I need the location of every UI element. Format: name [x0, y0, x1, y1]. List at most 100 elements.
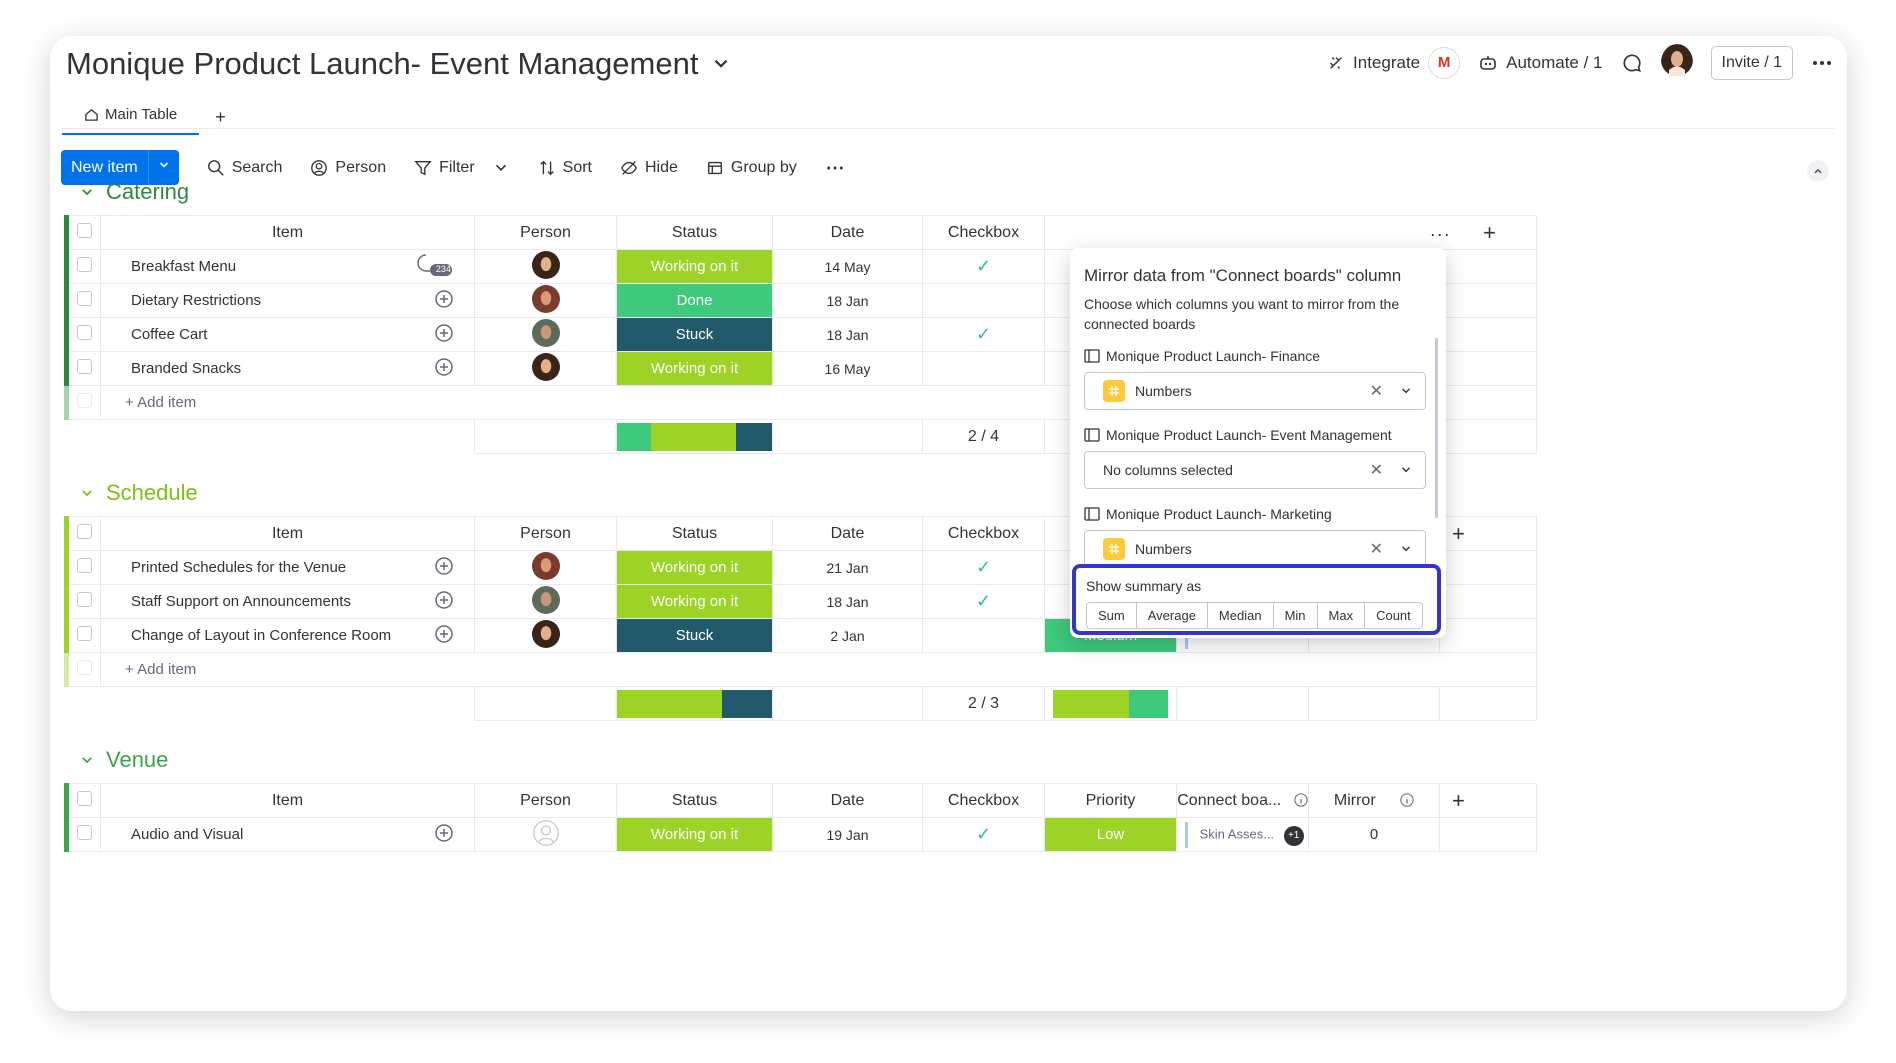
summary-option-max[interactable]: Max [1318, 603, 1366, 628]
status-cell[interactable]: Done [616, 283, 773, 318]
summary-option-min[interactable]: Min [1274, 603, 1318, 628]
column-header-item[interactable]: Item [100, 215, 475, 250]
date-cell[interactable]: 21 Jan [772, 550, 923, 585]
column-header-checkbox[interactable]: Checkbox [922, 783, 1045, 818]
chat-bubble-icon[interactable] [1621, 52, 1643, 74]
priority-summary-bar[interactable] [1044, 686, 1177, 721]
chevron-down-icon[interactable] [80, 753, 94, 767]
column-header-status[interactable]: Status [616, 215, 773, 250]
column-select-finance[interactable]: Numbers ✕ [1084, 372, 1426, 410]
summary-option-count[interactable]: Count [1365, 603, 1422, 628]
person-avatar[interactable] [474, 351, 617, 386]
group-title-venue[interactable]: Venue [80, 747, 168, 773]
person-avatar[interactable] [474, 283, 617, 318]
person-avatar[interactable] [474, 249, 617, 284]
group-by-button[interactable]: Group by [706, 159, 797, 177]
checkbox-cell[interactable]: ✓ [922, 317, 1045, 352]
hide-button[interactable]: Hide [620, 159, 678, 177]
user-avatar[interactable] [1660, 44, 1693, 81]
more-options-icon[interactable]: ··· [1430, 224, 1451, 244]
item-name[interactable]: Printed Schedules for the Venue [100, 550, 415, 585]
group-title-schedule[interactable]: Schedule [80, 480, 198, 506]
status-cell[interactable]: Stuck [616, 618, 773, 653]
date-cell[interactable]: 14 May [772, 249, 923, 284]
select-all-checkbox[interactable] [64, 783, 101, 818]
checkbox-cell[interactable]: ✓ [922, 550, 1045, 585]
row-checkbox[interactable] [64, 618, 101, 653]
add-item-row[interactable]: + Add item [64, 652, 1537, 687]
summary-option-median[interactable]: Median [1208, 603, 1274, 628]
checkbox-cell[interactable] [922, 351, 1045, 386]
column-header-item[interactable]: Item [100, 516, 475, 551]
summary-option-average[interactable]: Average [1137, 603, 1208, 628]
person-avatar[interactable] [474, 550, 617, 585]
row-checkbox[interactable] [64, 317, 101, 352]
column-header-item[interactable]: Item [100, 783, 475, 818]
item-name[interactable]: Coffee Cart [100, 317, 415, 352]
column-header-checkbox[interactable]: Checkbox [922, 215, 1045, 250]
status-cell[interactable]: Working on it [616, 584, 773, 619]
add-update-icon[interactable] [414, 351, 475, 386]
date-cell[interactable]: 2 Jan [772, 618, 923, 653]
date-cell[interactable]: 18 Jan [772, 283, 923, 318]
add-update-icon[interactable] [414, 584, 475, 619]
board-title[interactable]: Monique Product Launch- Event Management [66, 46, 732, 82]
row-checkbox[interactable] [64, 817, 101, 852]
status-cell[interactable]: Working on it [616, 817, 773, 852]
item-name[interactable]: Breakfast Menu [100, 249, 415, 284]
filter-button[interactable]: Filter [414, 159, 510, 177]
invite-button[interactable]: Invite / 1 [1710, 45, 1793, 80]
add-column-icon[interactable]: + [1439, 516, 1537, 551]
add-view-button[interactable]: + [215, 107, 226, 128]
add-update-icon[interactable] [414, 817, 475, 852]
item-name[interactable]: Change of Layout in Conference Room [100, 618, 415, 653]
chevron-down-icon[interactable] [492, 159, 510, 177]
status-cell[interactable]: Working on it [616, 351, 773, 386]
mirror-cell[interactable]: 0 [1308, 817, 1440, 852]
column-select-marketing[interactable]: Numbers ✕ [1084, 530, 1426, 568]
date-cell[interactable]: 18 Jan [772, 317, 923, 352]
chevron-down-icon[interactable] [1399, 542, 1413, 556]
checkbox-cell[interactable] [922, 618, 1045, 653]
column-header-date[interactable]: Date [772, 783, 923, 818]
add-item-button[interactable]: + Add item [100, 652, 1537, 687]
date-cell[interactable]: 19 Jan [772, 817, 923, 852]
clear-icon[interactable]: ✕ [1370, 381, 1383, 401]
column-header-person[interactable]: Person [474, 215, 617, 250]
checkbox-cell[interactable]: ✓ [922, 249, 1045, 284]
person-avatar[interactable] [474, 618, 617, 653]
checkbox-cell[interactable]: ✓ [922, 817, 1045, 852]
select-all-checkbox[interactable] [64, 516, 101, 551]
add-update-icon[interactable] [414, 317, 475, 352]
automate-button[interactable]: Automate / 1 [1478, 53, 1603, 73]
clear-icon[interactable]: ✕ [1370, 460, 1383, 480]
more-options-icon[interactable] [825, 158, 845, 178]
status-summary-bar[interactable] [616, 686, 773, 721]
status-cell[interactable]: Stuck [616, 317, 773, 352]
row-checkbox[interactable] [64, 550, 101, 585]
more-options-icon[interactable] [1811, 52, 1833, 74]
collapse-toolbar-button[interactable] [1807, 160, 1829, 182]
sort-button[interactable]: Sort [538, 159, 592, 177]
add-column-icon[interactable]: + [1439, 783, 1537, 818]
info-icon[interactable] [1400, 793, 1414, 807]
column-header-person[interactable]: Person [474, 516, 617, 551]
date-cell[interactable]: 16 May [772, 351, 923, 386]
item-name[interactable]: Audio and Visual [100, 817, 415, 852]
column-header-checkbox[interactable]: Checkbox [922, 516, 1045, 551]
status-summary-bar[interactable] [616, 419, 773, 454]
group-title-catering[interactable]: Catering [80, 179, 189, 205]
status-cell[interactable]: Working on it [616, 249, 773, 284]
chevron-down-icon[interactable] [1399, 463, 1413, 477]
column-header-priority[interactable]: Priority [1044, 783, 1177, 818]
info-icon[interactable] [1294, 793, 1308, 807]
priority-cell[interactable]: Low [1044, 817, 1177, 852]
column-header-mirror[interactable]: Mirror [1308, 783, 1440, 818]
updates-icon[interactable]: 234 [414, 249, 475, 284]
table-row[interactable]: Audio and Visual Working on it 19 Jan ✓ … [64, 817, 1537, 852]
column-header-date[interactable]: Date [772, 516, 923, 551]
search-button[interactable]: Search [207, 159, 282, 177]
checkbox-cell[interactable] [922, 283, 1045, 318]
summary-option-sum[interactable]: Sum [1087, 603, 1137, 628]
status-cell[interactable]: Working on it [616, 550, 773, 585]
